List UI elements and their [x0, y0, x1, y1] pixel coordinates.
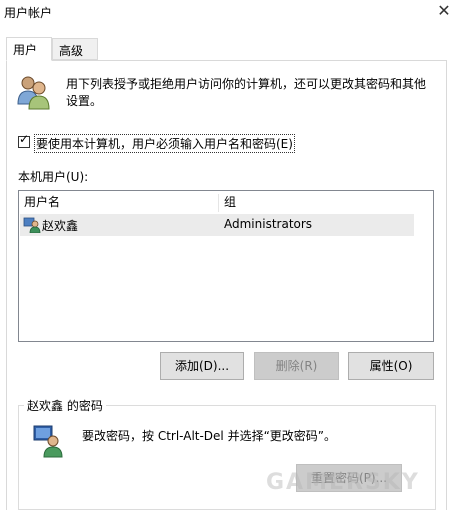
- window-title: 用户帐户: [4, 6, 53, 20]
- remove-button[interactable]: 删除(R): [254, 352, 339, 380]
- add-button[interactable]: 添加(D)...: [160, 352, 244, 380]
- row-group: Administrators: [224, 217, 313, 231]
- column-header-username[interactable]: 用户名: [24, 192, 60, 212]
- checkmark-icon: ✓: [19, 132, 30, 146]
- user-password-icon: [33, 425, 63, 458]
- row-username: 赵欢鑫: [42, 219, 79, 233]
- tab-advanced[interactable]: 高级: [52, 38, 98, 60]
- title-bar: [0, 0, 455, 22]
- user-icon: [23, 217, 41, 233]
- watermark: GAMERSKY: [266, 470, 420, 495]
- close-icon[interactable]: ✕: [434, 1, 454, 21]
- table-row[interactable]: [20, 214, 414, 236]
- user-list-label: 本机用户(U):: [18, 170, 89, 184]
- column-header-group[interactable]: 组: [224, 192, 236, 212]
- tab-strip-line: [6, 60, 447, 61]
- users-icon: [17, 76, 50, 110]
- password-group-title: 赵欢鑫 的密码: [24, 397, 106, 414]
- password-instructions: 要改密码，按 Ctrl-Alt-Del 并选择“更改密码”。: [82, 429, 337, 443]
- user-listbox[interactable]: [18, 190, 434, 342]
- require-password-label[interactable]: 要使用本计算机，用户必须输入用户名和密码(E): [34, 134, 295, 153]
- properties-button[interactable]: 属性(O): [348, 352, 434, 380]
- tab-users[interactable]: 用户: [6, 37, 52, 61]
- column-divider[interactable]: [218, 194, 219, 212]
- description-text: 用下列表授予或拒绝用户访问你的计算机，还可以更改其密码和其他设置。: [66, 77, 427, 108]
